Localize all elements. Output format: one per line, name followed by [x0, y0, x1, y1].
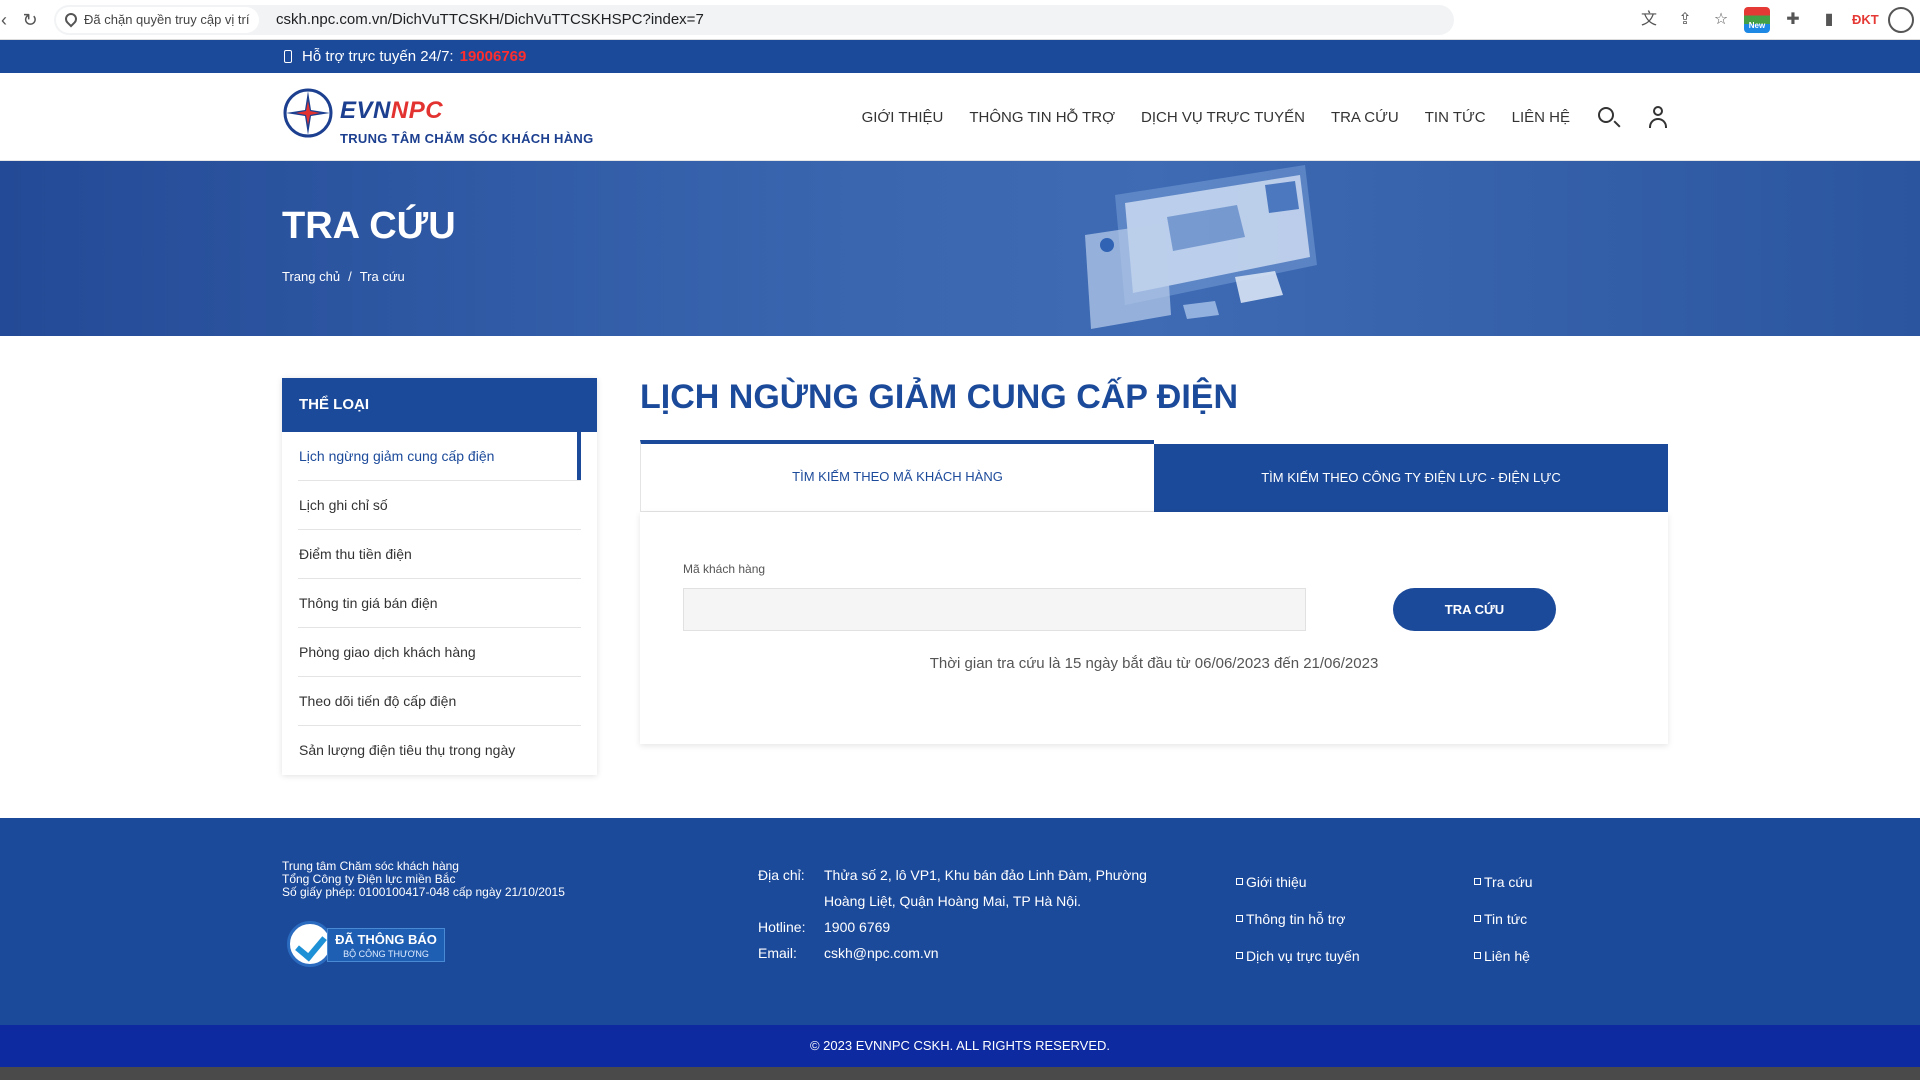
hotline-label: Hotline: — [758, 919, 806, 935]
sidebar-item-lich-ghi-chi-so[interactable]: Lịch ghi chỉ số — [298, 481, 581, 530]
browser-actions: 文 ⇪ ☆ New ✚ ▮ ĐKT — [1636, 6, 1920, 34]
footer-link-tra-cuu[interactable]: Tra cứu — [1474, 864, 1533, 901]
email-value[interactable]: cskh@npc.com.vn — [824, 940, 1184, 966]
footer-links-col-1: Giới thiệu Thông tin hỗ trợ Dịch vụ trực… — [1236, 864, 1360, 975]
breadcrumb: Trang chủ / Tra cứu — [282, 269, 405, 284]
search-tabs: TÌM KIẾM THEO MÃ KHÁCH HÀNG TÌM KIẾM THE… — [640, 440, 1668, 512]
tab-search-by-company[interactable]: TÌM KIẾM THEO CÔNG TY ĐIỆN LỰC - ĐIỆN LỰ… — [1154, 444, 1668, 512]
date-range-note: Thời gian tra cứu là 15 ngày bắt đầu từ … — [929, 655, 1379, 672]
support-label: Hỗ trợ trực tuyến 24/7: — [302, 48, 454, 65]
extension-dkt-icon[interactable]: ĐKT — [1852, 7, 1879, 33]
browser-toolbar: ‹ ↻ Đã chặn quyền truy cập vị trí cskh.n… — [0, 0, 1920, 40]
footer-org-info: Trung tâm Chăm sóc khách hàng Tổng Công … — [282, 860, 565, 899]
brand-subtitle: TRUNG TÂM CHĂM SÓC KHÁCH HÀNG — [340, 131, 594, 146]
footer-links-col-2: Tra cứu Tin tức Liên hệ — [1474, 864, 1533, 975]
evn-logo-icon[interactable] — [282, 87, 334, 139]
nav-item-lien-he[interactable]: LIÊN HỆ — [1512, 109, 1570, 126]
search-icon[interactable] — [1596, 105, 1620, 129]
address-label: Địa chỉ: — [758, 867, 805, 883]
hotline-value[interactable]: 1900 6769 — [824, 914, 1184, 940]
main-nav: GIỚI THIỆU THÔNG TIN HỖ TRỢ DỊCH VỤ TRỰC… — [862, 73, 1670, 161]
nav-item-tin-tuc[interactable]: TIN TỨC — [1425, 109, 1486, 126]
sidebar-item-tien-do-cap-dien[interactable]: Theo dõi tiến độ cấp điện — [298, 677, 581, 726]
footer-link-thong-tin-ho-tro[interactable]: Thông tin hỗ trợ — [1236, 901, 1360, 938]
sidebar-item-diem-thu-tien-dien[interactable]: Điểm thu tiền điện — [298, 530, 581, 579]
page-title: TRA CỨU — [282, 205, 456, 247]
footer-link-gioi-thieu[interactable]: Giới thiệu — [1236, 864, 1360, 901]
site-info-text: Đã chặn quyền truy cập vị trí — [84, 12, 250, 27]
page-banner: TRA CỨU Trang chủ / Tra cứu — [0, 161, 1920, 336]
site-info-chip[interactable]: Đã chặn quyền truy cập vị trí — [56, 7, 260, 33]
sidebar-item-san-luong-dien[interactable]: Sản lượng điện tiêu thụ trong ngày — [298, 726, 581, 775]
copyright-text: © 2023 EVNNPC CSKH. ALL RIGHTS RESERVED. — [0, 1025, 1920, 1067]
search-panel: Mã khách hàng TRA CỨU Thời gian tra cứu … — [640, 512, 1668, 744]
ministry-notified-badge[interactable]: ĐÃ THÔNG BÁO BỘ CÔNG THƯƠNG — [287, 921, 445, 967]
address-bar[interactable]: Đã chặn quyền truy cập vị trí cskh.npc.c… — [54, 5, 1454, 35]
support-text: Hỗ trợ trực tuyến 24/7: 19006769 — [302, 40, 526, 73]
footer-org-line: Số giấy phép: 0100100417-048 cấp ngày 21… — [282, 885, 565, 899]
sidebar-title: THỂ LOẠI — [282, 378, 597, 432]
sidebar-item-lich-ngung-giam[interactable]: Lịch ngừng giảm cung cấp điện — [298, 432, 581, 481]
nav-item-gioi-thieu[interactable]: GIỚI THIỆU — [862, 109, 944, 126]
breadcrumb-separator: / — [348, 269, 352, 284]
nav-item-thong-tin-ho-tro[interactable]: THÔNG TIN HỖ TRỢ — [969, 109, 1115, 126]
sidebar-list: Lịch ngừng giảm cung cấp điện Lịch ghi c… — [282, 432, 597, 775]
tab-search-by-customer-code[interactable]: TÌM KIẾM THEO MÃ KHÁCH HÀNG — [640, 440, 1154, 512]
reload-icon[interactable]: ↻ — [18, 8, 42, 32]
footer-link-tin-tuc[interactable]: Tin tức — [1474, 901, 1533, 938]
badge-label: ĐÃ THÔNG BÁO BỘ CÔNG THƯƠNG — [327, 928, 445, 962]
sidebar-item-gia-ban-dien[interactable]: Thông tin giá bán điện — [298, 579, 581, 628]
badge-line-2: BỘ CÔNG THƯƠNG — [343, 949, 429, 959]
site-footer: Trung tâm Chăm sóc khách hàng Tổng Công … — [0, 818, 1920, 1025]
breadcrumb-home[interactable]: Trang chủ — [282, 269, 340, 284]
user-icon[interactable] — [1646, 105, 1670, 129]
customer-code-input[interactable] — [683, 588, 1306, 631]
extension-new-icon[interactable]: New — [1744, 7, 1770, 33]
profile-avatar[interactable] — [1888, 7, 1914, 33]
support-hotline[interactable]: 19006769 — [460, 48, 527, 65]
brand-evn: EVN — [340, 97, 391, 124]
brand-name[interactable]: EVNNPC — [340, 97, 443, 125]
side-panel-icon[interactable]: ▮ — [1816, 7, 1842, 33]
devices-illustration-icon — [1085, 165, 1317, 329]
bookmark-star-icon[interactable]: ☆ — [1708, 7, 1734, 33]
share-icon[interactable]: ⇪ — [1672, 7, 1698, 33]
email-label: Email: — [758, 945, 797, 961]
url-text[interactable]: cskh.npc.com.vn/DichVuTTCSKH/DichVuTTCSK… — [276, 5, 704, 35]
sidebar-item-phong-giao-dich[interactable]: Phòng giao dịch khách hàng — [298, 628, 581, 677]
brand-npc: NPC — [390, 97, 444, 124]
back-arrow-icon[interactable]: ‹ — [0, 8, 16, 32]
footer-contact: Địa chỉ: Thửa số 2, lô VP1, Khu bán đảo L… — [758, 862, 1184, 966]
breadcrumb-current: Tra cứu — [359, 269, 405, 284]
category-sidebar: THỂ LOẠI Lịch ngừng giảm cung cấp điện L… — [282, 378, 597, 775]
site-header: EVNNPC TRUNG TÂM CHĂM SÓC KHÁCH HÀNG GIỚ… — [0, 73, 1920, 161]
support-bar: Hỗ trợ trực tuyến 24/7: 19006769 — [0, 40, 1920, 73]
customer-code-label: Mã khách hàng — [683, 562, 766, 576]
content-title: LỊCH NGỪNG GIẢM CUNG CẤP ĐIỆN — [640, 378, 1239, 416]
extensions-puzzle-icon[interactable]: ✚ — [1780, 7, 1806, 33]
nav-item-dich-vu-truc-tuyen[interactable]: DỊCH VỤ TRỰC TUYẾN — [1141, 109, 1305, 126]
translate-icon[interactable]: 文 — [1636, 7, 1662, 33]
location-pin-icon — [62, 10, 80, 28]
nav-item-tra-cuu[interactable]: TRA CỨU — [1331, 109, 1399, 126]
address-value: Thửa số 2, lô VP1, Khu bán đảo Linh Đàm,… — [824, 867, 1147, 909]
footer-link-lien-he[interactable]: Liên hệ — [1474, 938, 1533, 975]
footer-link-dich-vu-truc-tuyen[interactable]: Dịch vụ trực tuyến — [1236, 938, 1360, 975]
window-bottom-strip — [0, 1067, 1920, 1080]
phone-icon — [284, 50, 292, 63]
lookup-button[interactable]: TRA CỨU — [1393, 588, 1556, 631]
badge-line-1: ĐÃ THÔNG BÁO — [335, 932, 437, 947]
